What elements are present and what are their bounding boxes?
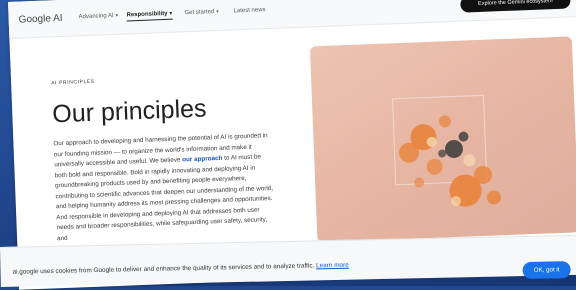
page-title: Our principles <box>51 94 208 129</box>
eyebrow-label: AI PRINCIPLES <box>51 78 95 87</box>
nav-advancing-ai-label: Advancing AI <box>78 12 114 21</box>
nav-advancing-ai[interactable]: Advancing AI ▾ <box>79 13 119 21</box>
google-ai-logo[interactable]: Google AI <box>18 13 62 26</box>
chevron-down-icon: ▾ <box>169 10 173 17</box>
nav-latest-news-label: Latest news <box>233 7 266 15</box>
cookie-message-text: ai.google uses cookies from Google to de… <box>12 262 315 276</box>
top-navigation: Google AI Advancing AI ▾ Responsibility ▾ … <box>8 0 576 39</box>
chevron-down-icon: ▾ <box>216 8 219 16</box>
paragraph-part-1: Our approach to developing and harnessin… <box>53 132 268 169</box>
nav-latest-news[interactable]: Latest news <box>233 7 265 14</box>
ok-got-it-button[interactable]: OK, got it <box>522 261 571 280</box>
nav-responsibility[interactable]: Responsibility ▾ <box>126 10 173 22</box>
nav-get-started-label: Get started <box>184 9 215 17</box>
hero-artwork <box>309 36 576 243</box>
our-approach-link[interactable]: our approach <box>182 155 222 164</box>
hero-paragraph: Our approach to developing and harnessin… <box>53 131 277 244</box>
explore-gemini-button[interactable]: Explore the Gemini ecosystem <box>460 0 571 13</box>
learn-more-link[interactable]: Learn more <box>316 262 349 270</box>
nav-get-started[interactable]: Get started ▾ <box>184 9 218 16</box>
cookie-message: ai.google uses cookies from Google to de… <box>12 262 348 276</box>
nav-responsibility-label: Responsibility <box>126 10 168 19</box>
hero-text-column: AI PRINCIPLES Our principles Our approac… <box>51 72 287 245</box>
chevron-down-icon: ▾ <box>115 12 119 19</box>
particle-cluster-illustration <box>399 115 501 207</box>
